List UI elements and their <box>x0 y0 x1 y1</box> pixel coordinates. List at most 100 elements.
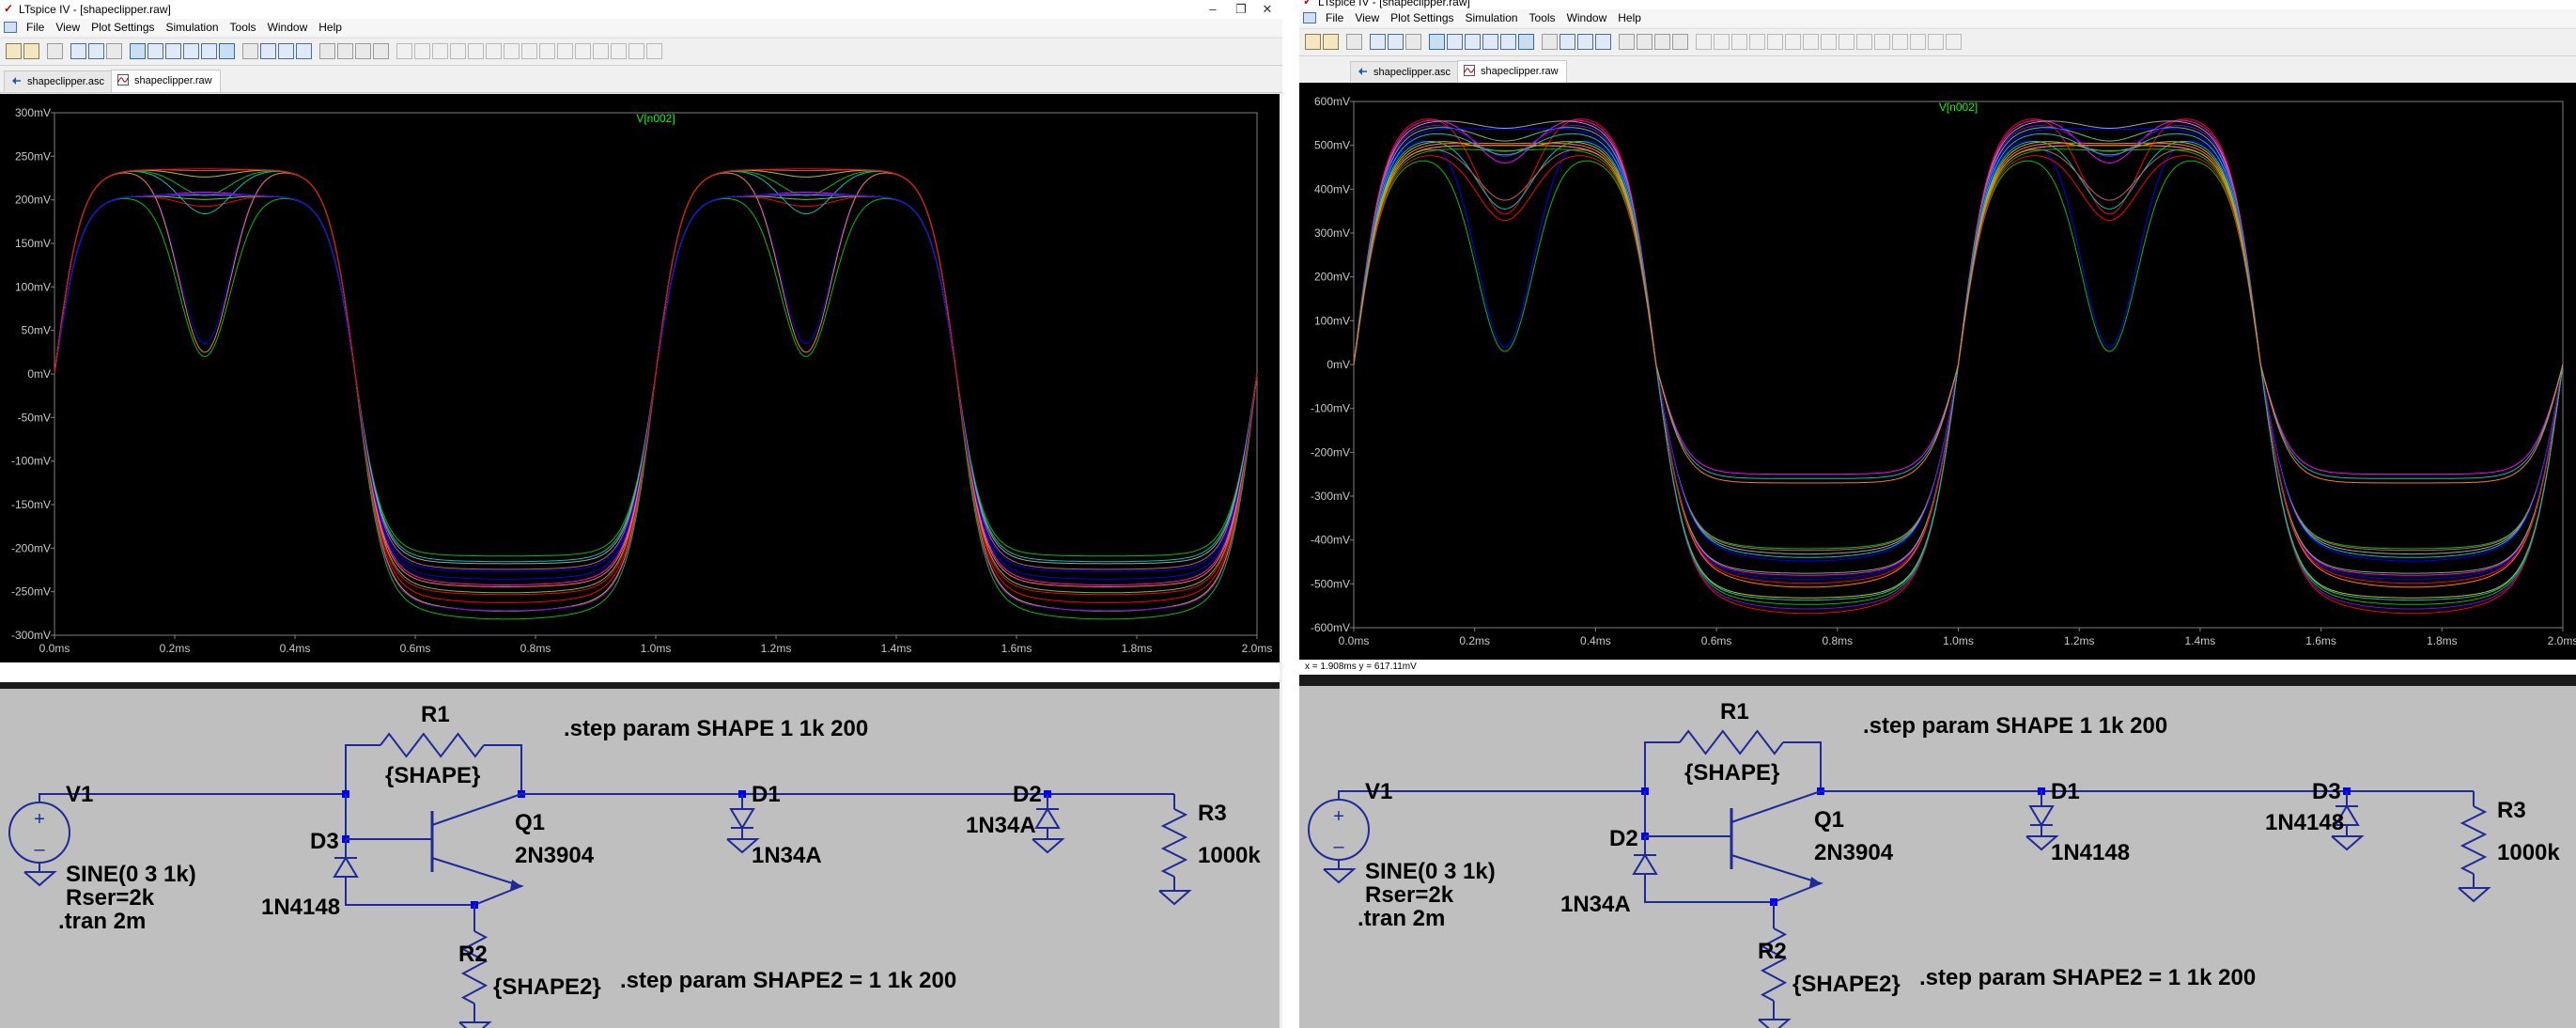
y-tick-label: 100mV <box>1314 314 1350 327</box>
cut-icon[interactable] <box>319 43 335 59</box>
redo-icon[interactable] <box>1910 34 1926 50</box>
menu-file[interactable]: File <box>21 19 50 36</box>
schematic-panel[interactable]: + – V1 SINE(0 3 1k) Rser=2k .tran 2m R1 {SHAPE}… <box>1299 686 2576 1028</box>
cut-icon[interactable] <box>1619 34 1635 50</box>
component-icon[interactable] <box>1839 34 1854 50</box>
waveform-plot[interactable]: 300mV 250mV 200mV 150mV 100mV 50mV 0mV -50mV -10… <box>0 94 1280 662</box>
text-icon[interactable] <box>1946 34 1962 50</box>
ground-icon[interactable] <box>432 43 448 59</box>
drag-icon[interactable] <box>575 43 591 59</box>
zoom-cancel-icon[interactable] <box>1500 34 1516 50</box>
paste-icon[interactable] <box>355 43 371 59</box>
capacitor-icon[interactable] <box>1785 34 1801 50</box>
move-icon[interactable] <box>557 43 573 59</box>
close-icon[interactable]: ✕ <box>1258 0 1277 19</box>
zoom-out-icon[interactable] <box>165 43 181 59</box>
menu-view[interactable]: View <box>50 19 85 36</box>
zoom-in-icon[interactable] <box>130 43 146 59</box>
document-icon <box>4 22 17 33</box>
save-icon[interactable] <box>47 43 63 59</box>
cascade-icon[interactable] <box>278 43 294 59</box>
tab-shapeclipper-raw[interactable]: shapeclipper.raw <box>111 70 221 92</box>
print-icon[interactable] <box>396 43 412 59</box>
menu-plot-settings[interactable]: Plot Settings <box>1385 9 1459 26</box>
halt-icon[interactable] <box>1405 34 1421 50</box>
component-icon[interactable] <box>539 43 555 59</box>
zoom-in-icon[interactable] <box>1429 34 1445 50</box>
minimize-icon[interactable]: – <box>1203 0 1222 19</box>
close-all-icon[interactable] <box>296 43 312 59</box>
zoom-cancel-icon[interactable] <box>201 43 217 59</box>
redo-icon[interactable] <box>611 43 627 59</box>
tile-vertical-icon[interactable] <box>1560 34 1575 50</box>
label-dmid_model: 1N4148 <box>2051 840 2130 865</box>
document-icon <box>1303 12 1316 23</box>
copy-icon[interactable] <box>1637 34 1653 50</box>
restore-icon[interactable]: ❐ <box>1232 0 1250 19</box>
tile-horizontal-icon[interactable] <box>1542 34 1558 50</box>
new-schematic-icon[interactable] <box>6 43 22 59</box>
drag-icon[interactable] <box>1874 34 1890 50</box>
paste-icon[interactable] <box>1654 34 1670 50</box>
inductor-icon[interactable] <box>1803 34 1819 50</box>
menu-window[interactable]: Window <box>262 19 314 36</box>
menu-help[interactable]: Help <box>1612 9 1647 26</box>
zoom-out-icon[interactable] <box>1465 34 1481 50</box>
tile-vertical-icon[interactable] <box>260 43 276 59</box>
zoom-in-icon[interactable] <box>147 43 163 59</box>
close-all-icon[interactable] <box>1595 34 1611 50</box>
label-dmid: D1 <box>2051 779 2080 804</box>
run-icon[interactable] <box>1388 34 1404 50</box>
menu-simulation[interactable]: Simulation <box>1460 9 1524 26</box>
autorange-icon[interactable] <box>1518 34 1534 50</box>
schematic-panel[interactable]: + – V1 SINE(0 3 1k) Rser=2k .tran 2m R1 {SHAPE}… <box>0 689 1280 1028</box>
tile-horizontal-icon[interactable] <box>242 43 258 59</box>
undo-icon[interactable] <box>593 43 609 59</box>
control-panel-icon[interactable] <box>70 43 86 59</box>
run-icon[interactable] <box>88 43 104 59</box>
menu-file[interactable]: File <box>1320 9 1349 26</box>
tab-shapeclipper-asc[interactable]: shapeclipper.asc <box>4 70 113 91</box>
move-icon[interactable] <box>1856 34 1872 50</box>
wire-icon[interactable] <box>414 43 430 59</box>
zoom-fit-icon[interactable] <box>183 43 199 59</box>
autorange-icon[interactable] <box>219 43 235 59</box>
zoom-in-icon[interactable] <box>1447 34 1463 50</box>
new-schematic-icon[interactable] <box>1305 34 1321 50</box>
inductor-icon[interactable] <box>504 43 520 59</box>
waveform-plot[interactable]: 600mV 500mV 400mV 300mV 200mV 100mV 0mV -100mV -… <box>1299 83 2576 660</box>
open-icon[interactable] <box>1323 34 1339 50</box>
menu-window[interactable]: Window <box>1561 9 1613 26</box>
resistor-icon[interactable] <box>468 43 484 59</box>
menu-view[interactable]: View <box>1349 9 1385 26</box>
capacitor-icon[interactable] <box>486 43 502 59</box>
menu-help[interactable]: Help <box>313 19 348 36</box>
tab-shapeclipper-asc[interactable]: shapeclipper.asc <box>1350 61 1459 82</box>
wire-icon[interactable] <box>1714 34 1730 50</box>
rotate-icon[interactable] <box>628 43 644 59</box>
text-icon[interactable] <box>646 43 662 59</box>
copy-icon[interactable] <box>337 43 353 59</box>
menu-tools[interactable]: Tools <box>1524 9 1561 26</box>
diode-icon[interactable] <box>521 43 537 59</box>
find-icon[interactable] <box>1672 34 1688 50</box>
zoom-fit-icon[interactable] <box>1482 34 1498 50</box>
label-icon[interactable] <box>1749 34 1765 50</box>
resistor-icon[interactable] <box>1767 34 1783 50</box>
menu-tools[interactable]: Tools <box>225 19 262 36</box>
rotate-icon[interactable] <box>1928 34 1944 50</box>
open-icon[interactable] <box>23 43 39 59</box>
menu-plot-settings[interactable]: Plot Settings <box>85 19 160 36</box>
find-icon[interactable] <box>373 43 389 59</box>
diode-icon[interactable] <box>1821 34 1837 50</box>
control-panel-icon[interactable] <box>1370 34 1386 50</box>
undo-icon[interactable] <box>1892 34 1908 50</box>
save-icon[interactable] <box>1346 34 1362 50</box>
ground-icon[interactable] <box>1731 34 1747 50</box>
print-icon[interactable] <box>1696 34 1712 50</box>
menu-simulation[interactable]: Simulation <box>161 19 225 36</box>
label-icon[interactable] <box>450 43 466 59</box>
tab-shapeclipper-raw[interactable]: shapeclipper.raw <box>1457 60 1567 83</box>
halt-icon[interactable] <box>106 43 122 59</box>
cascade-icon[interactable] <box>1577 34 1593 50</box>
